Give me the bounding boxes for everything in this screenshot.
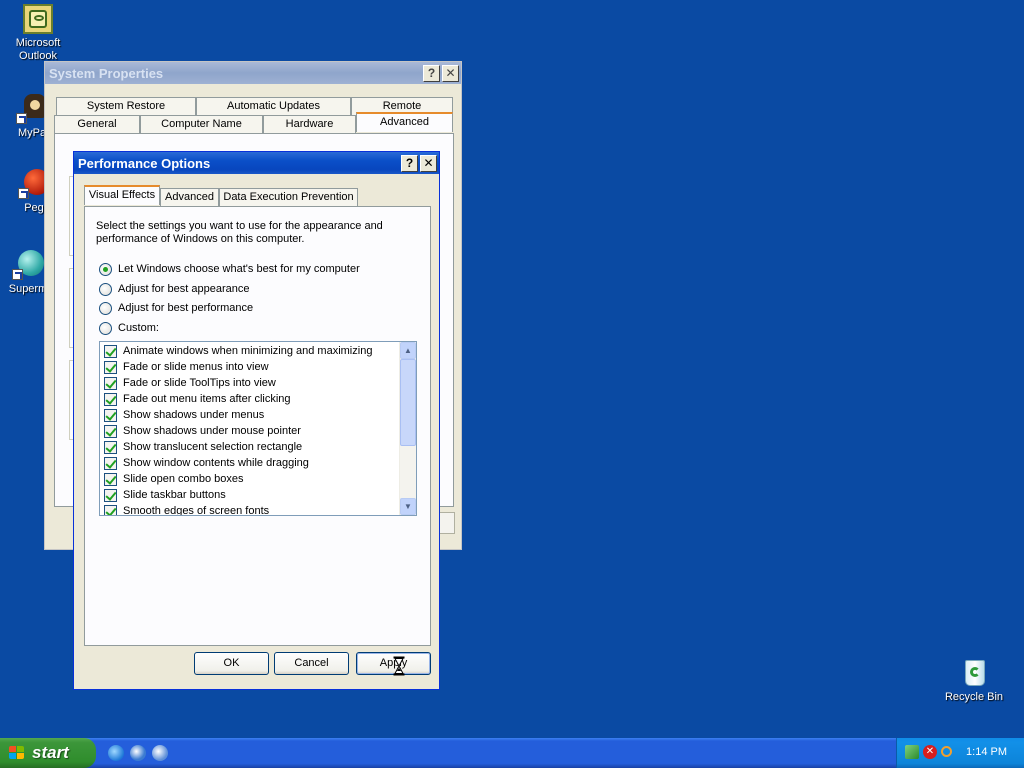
list-item-label: Show window contents while dragging [123, 457, 309, 469]
outlook-express-icon[interactable] [130, 745, 146, 761]
radio-button[interactable] [99, 321, 112, 335]
start-button[interactable]: start [0, 738, 96, 768]
list-item-label: Show shadows under menus [123, 409, 265, 421]
tab-general[interactable]: General [54, 115, 140, 133]
media-player-icon[interactable] [152, 745, 168, 761]
search-icon[interactable] [941, 746, 952, 757]
radio-label: Adjust for best appearance [118, 283, 250, 295]
security-alert-icon[interactable]: ✕ [923, 745, 937, 759]
radio-best-performance[interactable]: Adjust for best performance [99, 300, 253, 316]
checkbox[interactable] [104, 376, 117, 390]
list-item[interactable]: Slide taskbar buttons [100, 487, 399, 503]
radio-button[interactable] [99, 262, 112, 276]
scroll-thumb[interactable] [400, 359, 416, 446]
shortcut-arrow-icon [16, 113, 27, 124]
checkbox[interactable] [104, 504, 117, 515]
list-item-label: Show shadows under mouse pointer [123, 425, 301, 437]
tab-visual-effects[interactable]: Visual Effects [84, 185, 160, 205]
list-item[interactable]: Smooth edges of screen fonts [100, 503, 399, 516]
checkbox[interactable] [104, 424, 117, 438]
effects-list-items: Animate windows when minimizing and maxi… [100, 342, 399, 516]
tab-system-restore[interactable]: System Restore [56, 97, 196, 115]
shortcut-arrow-icon [12, 269, 23, 280]
system-properties-titlebar[interactable]: System Properties ? ✕ [45, 62, 461, 84]
cancel-button[interactable]: Cancel [274, 652, 349, 675]
list-item-label: Slide taskbar buttons [123, 489, 226, 501]
outlook-icon [23, 4, 53, 34]
performance-options-titlebar[interactable]: Performance Options ? ✕ [74, 152, 439, 174]
list-item-label: Animate windows when minimizing and maxi… [123, 345, 373, 357]
checkbox[interactable] [104, 440, 117, 454]
checkbox[interactable] [104, 344, 117, 358]
tab-computer-name[interactable]: Computer Name [140, 115, 263, 133]
tab-advanced[interactable]: Advanced [160, 188, 219, 206]
list-item-label: Fade out menu items after clicking [123, 393, 291, 405]
clock: 1:14 PM [966, 746, 1007, 758]
radio-let-windows-choose[interactable]: Let Windows choose what's best for my co… [99, 261, 360, 277]
network-icon[interactable] [905, 745, 919, 759]
list-item-label: Fade or slide ToolTips into view [123, 377, 276, 389]
radio-label: Custom: [118, 322, 159, 334]
list-item[interactable]: Fade out menu items after clicking [100, 391, 399, 407]
desktop-icon-label: Microsoft Outlook [15, 37, 61, 62]
radio-label: Let Windows choose what's best for my co… [118, 263, 360, 275]
internet-explorer-icon[interactable] [108, 745, 124, 761]
performance-options-window[interactable]: Performance Options ? ✕ Visual Effects A… [73, 151, 440, 690]
intro-text: Select the settings you want to use for … [96, 220, 383, 245]
tab-hardware[interactable]: Hardware [263, 115, 356, 133]
visual-effects-list[interactable]: Animate windows when minimizing and maxi… [99, 341, 417, 516]
checkbox[interactable] [104, 408, 117, 422]
list-item[interactable]: Fade or slide ToolTips into view [100, 375, 399, 391]
tab-data-execution-prevention[interactable]: Data Execution Prevention [219, 188, 358, 206]
shortcut-arrow-icon [18, 188, 29, 199]
taskbar: start ✕ 1:14 PM [0, 738, 1024, 768]
desktop-icon-recycle-bin[interactable]: Recycle Bin [936, 656, 1012, 704]
radio-custom[interactable]: Custom: [99, 320, 159, 336]
tab-automatic-updates[interactable]: Automatic Updates [196, 97, 351, 115]
recycle-bin-icon [958, 656, 990, 688]
radio-button[interactable] [99, 301, 112, 315]
help-button[interactable]: ? [401, 154, 418, 172]
start-label: start [32, 743, 69, 762]
list-item-label: Fade or slide menus into view [123, 361, 269, 373]
list-item[interactable]: Animate windows when minimizing and maxi… [100, 343, 399, 359]
list-item[interactable]: Show shadows under menus [100, 407, 399, 423]
tab-advanced[interactable]: Advanced [356, 112, 453, 132]
system-tray: ✕ 1:14 PM [896, 738, 1024, 768]
checkbox[interactable] [104, 360, 117, 374]
list-item[interactable]: Show window contents while dragging [100, 455, 399, 471]
scroll-up-button[interactable]: ▲ [400, 342, 416, 359]
radio-button[interactable] [99, 282, 112, 296]
list-item[interactable]: Show shadows under mouse pointer [100, 423, 399, 439]
window-title: System Properties [49, 65, 164, 81]
scroll-down-button[interactable]: ▼ [400, 498, 416, 515]
hourglass-cursor-icon [393, 656, 405, 676]
ok-button[interactable]: OK [194, 652, 269, 675]
list-item-label: Smooth edges of screen fonts [123, 505, 270, 516]
close-button[interactable]: ✕ [442, 64, 459, 82]
checkbox[interactable] [104, 392, 117, 406]
close-button[interactable]: ✕ [420, 154, 437, 172]
visual-effects-panel: Select the settings you want to use for … [84, 206, 431, 646]
edge-button[interactable] [439, 512, 455, 534]
list-item-label: Slide open combo boxes [123, 473, 244, 485]
window-title: Performance Options [78, 155, 211, 171]
radio-label: Adjust for best performance [118, 302, 254, 314]
list-item[interactable]: Show translucent selection rectangle [100, 439, 399, 455]
superm-icon [12, 248, 44, 280]
list-item[interactable]: Fade or slide menus into view [100, 359, 399, 375]
list-item-label: Show translucent selection rectangle [123, 441, 303, 453]
list-item[interactable]: Slide open combo boxes [100, 471, 399, 487]
vertical-scrollbar[interactable]: ▲ ▼ [399, 342, 416, 515]
radio-best-appearance[interactable]: Adjust for best appearance [99, 281, 249, 297]
windows-flag-icon [9, 746, 25, 761]
help-button[interactable]: ? [423, 64, 440, 82]
checkbox[interactable] [104, 488, 117, 502]
desktop-icon-label: Recycle Bin [944, 691, 1004, 703]
checkbox[interactable] [104, 472, 117, 486]
desktop-icon-outlook[interactable]: Microsoft Outlook [0, 4, 76, 63]
checkbox[interactable] [104, 456, 117, 470]
